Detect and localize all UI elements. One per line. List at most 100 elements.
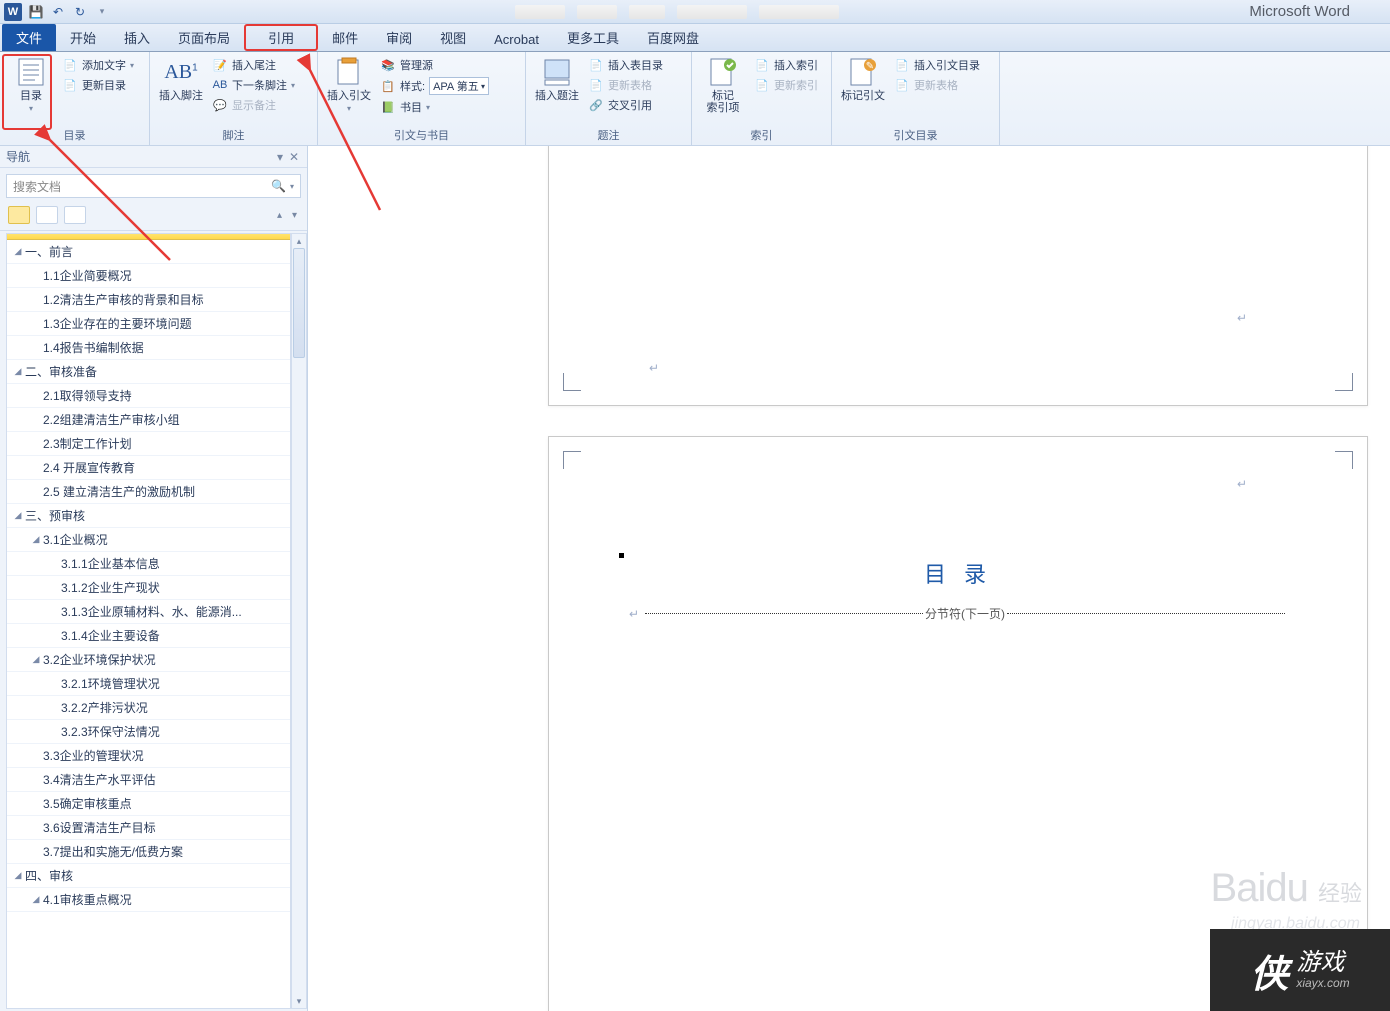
nav-item[interactable]: 3.3企业的管理状况 (7, 744, 290, 768)
nav-item-label: 1.4报告书编制依据 (43, 339, 144, 356)
section-break: ↵ 分节符(下一页) (629, 605, 1287, 622)
nav-view-pages[interactable] (36, 206, 58, 224)
scroll-thumb[interactable] (293, 248, 305, 358)
tab-home[interactable]: 开始 (56, 24, 110, 51)
nav-item[interactable]: ◢一、前言 (7, 240, 290, 264)
nav-item[interactable]: 3.2.3环保守法情况 (7, 720, 290, 744)
nav-dropdown-icon[interactable]: ▾ (273, 150, 287, 164)
nav-item[interactable]: 2.5 建立清洁生产的激励机制 (7, 480, 290, 504)
nav-item[interactable]: 3.2.2产排污状况 (7, 696, 290, 720)
tab-layout[interactable]: 页面布局 (164, 24, 244, 51)
insert-index-button[interactable]: 📄插入索引 (752, 56, 820, 74)
nav-item-label: 3.2企业环境保护状况 (43, 651, 156, 668)
nav-item[interactable]: 2.2组建清洁生产审核小组 (7, 408, 290, 432)
nav-item[interactable]: 1.4报告书编制依据 (7, 336, 290, 360)
qat-dropdown-icon[interactable]: ▾ (94, 4, 110, 20)
tab-review[interactable]: 审阅 (372, 24, 426, 51)
tab-acrobat[interactable]: Acrobat (480, 28, 553, 51)
tab-references[interactable]: 引用 (244, 24, 318, 51)
expand-icon[interactable]: ◢ (29, 654, 43, 665)
nav-item[interactable]: ◢4.1审核重点概况 (7, 888, 290, 912)
manage-sources-button[interactable]: 📚管理源 (378, 56, 491, 74)
nav-collapse-icon[interactable]: ▴ (275, 210, 284, 221)
update-toa-button: 📄更新表格 (892, 76, 982, 94)
nav-item[interactable]: ◢3.2企业环境保护状况 (7, 648, 290, 672)
nav-view-results[interactable] (64, 206, 86, 224)
tab-insert[interactable]: 插入 (110, 24, 164, 51)
nav-item[interactable]: 3.1.1企业基本信息 (7, 552, 290, 576)
nav-expand-icon[interactable]: ▾ (290, 210, 299, 221)
svg-text:✎: ✎ (866, 61, 874, 72)
citation-style[interactable]: 📋样式: APA 第五▾ (378, 76, 491, 96)
tab-more[interactable]: 更多工具 (553, 24, 633, 51)
insert-toa-button[interactable]: 📄插入引文目录 (892, 56, 982, 74)
nav-item[interactable]: 3.5确定审核重点 (7, 792, 290, 816)
nav-item[interactable]: 3.6设置清洁生产目标 (7, 816, 290, 840)
tab-mailings[interactable]: 邮件 (318, 24, 372, 51)
update-toc-button[interactable]: 📄更新目录 (60, 76, 136, 94)
index-icon (707, 56, 739, 88)
nav-item[interactable]: 2.4 开展宣传教育 (7, 456, 290, 480)
insert-citation-button[interactable]: 插入引文 ▾ (324, 54, 374, 115)
nav-tree-list[interactable]: ◢一、前言 1.1企业简要概况 1.2清洁生产审核的背景和目标 1.3企业存在的主要环… (6, 233, 291, 1009)
search-dropdown-icon[interactable]: ▾ (290, 182, 294, 191)
search-icon[interactable]: 🔍 (271, 179, 286, 193)
expand-icon[interactable]: ◢ (11, 246, 25, 257)
nav-item[interactable]: 1.2清洁生产审核的背景和目标 (7, 288, 290, 312)
redo-icon[interactable]: ↻ (72, 4, 88, 20)
insert-table-figures-button[interactable]: 📄插入表目录 (586, 56, 665, 74)
mark-index-entry-button[interactable]: 标记 索引项 (698, 54, 748, 116)
bibliography-button[interactable]: 📗书目 ▾ (378, 98, 491, 116)
nav-item[interactable]: 1.1企业简要概况 (7, 264, 290, 288)
nav-item[interactable]: ◢二、审核准备 (7, 360, 290, 384)
nav-item[interactable]: 3.1.2企业生产现状 (7, 576, 290, 600)
nav-tree: ◢一、前言 1.1企业简要概况 1.2清洁生产审核的背景和目标 1.3企业存在的主要环… (0, 231, 307, 1011)
nav-item[interactable]: ◢四、审核 (7, 864, 290, 888)
cross-reference-button[interactable]: 🔗交叉引用 (586, 96, 665, 114)
document-area[interactable]: ↵ ↵ ↵ 目 录 ↵ 分节符(下一页) Baidu 经验 jingyan.ba… (308, 146, 1390, 1011)
insert-endnote-button[interactable]: 📝插入尾注 (210, 56, 297, 74)
nav-item[interactable]: 1.3企业存在的主要环境问题 (7, 312, 290, 336)
tof-icon: 📄 (588, 57, 604, 73)
expand-icon[interactable]: ◢ (11, 510, 25, 521)
expand-icon[interactable]: ◢ (11, 870, 25, 881)
nav-item[interactable]: 2.3制定工作计划 (7, 432, 290, 456)
nav-item[interactable]: 3.1.4企业主要设备 (7, 624, 290, 648)
nav-item-label: 1.3企业存在的主要环境问题 (43, 315, 192, 332)
scroll-down-icon[interactable]: ▾ (292, 994, 306, 1008)
nav-item-label: 1.1企业简要概况 (43, 267, 132, 284)
next-footnote-button[interactable]: AB下一条脚注 ▾ (210, 76, 297, 94)
undo-icon[interactable]: ↶ (50, 4, 66, 20)
nav-item[interactable]: 3.4清洁生产水平评估 (7, 768, 290, 792)
nav-item-label: 3.1.1企业基本信息 (61, 555, 160, 572)
nav-item[interactable]: 3.1.3企业原辅材料、水、能源消... (7, 600, 290, 624)
insert-caption-button[interactable]: 插入题注 (532, 54, 582, 104)
expand-icon[interactable]: ◢ (11, 366, 25, 377)
expand-icon[interactable]: ◢ (29, 534, 43, 545)
nav-item[interactable]: ◢三、预审核 (7, 504, 290, 528)
insert-footnote-button[interactable]: AB1 插入脚注 (156, 54, 206, 104)
tab-view[interactable]: 视图 (426, 24, 480, 51)
mark-citation-button[interactable]: ✎ 标记引文 (838, 54, 888, 104)
save-icon[interactable]: 💾 (28, 4, 44, 20)
nav-item-label: 3.4清洁生产水平评估 (43, 771, 156, 788)
nav-view-headings[interactable] (8, 206, 30, 224)
nav-item[interactable]: 2.1取得领导支持 (7, 384, 290, 408)
tab-file[interactable]: 文件 (2, 24, 56, 51)
nav-item[interactable]: 3.2.1环境管理状况 (7, 672, 290, 696)
scroll-up-icon[interactable]: ▴ (292, 234, 306, 248)
style-select[interactable]: APA 第五▾ (429, 77, 489, 95)
group-label-index: 索引 (698, 127, 825, 145)
para-mark-icon: ↵ (1237, 311, 1247, 325)
nav-item[interactable]: 3.7提出和实施无/低费方案 (7, 840, 290, 864)
group-caption: 插入题注 📄插入表目录 📄更新表格 🔗交叉引用 题注 (526, 52, 692, 145)
nav-item[interactable]: ◢3.1企业概况 (7, 528, 290, 552)
tab-baidu[interactable]: 百度网盘 (633, 24, 713, 51)
expand-icon[interactable]: ◢ (29, 894, 43, 905)
navigation-pane: 导航 ▾ ✕ 搜索文档 🔍 ▾ ▴ ▾ ◢一、前言1.1企业简要概况1.2清洁生… (0, 146, 308, 1011)
add-text-button[interactable]: 📄添加文字 ▾ (60, 56, 136, 74)
nav-close-icon[interactable]: ✕ (287, 150, 301, 164)
nav-scrollbar[interactable]: ▴ ▾ (291, 233, 307, 1009)
nav-search-input[interactable]: 搜索文档 🔍 ▾ (6, 174, 301, 198)
update-tof-button: 📄更新表格 (586, 76, 665, 94)
